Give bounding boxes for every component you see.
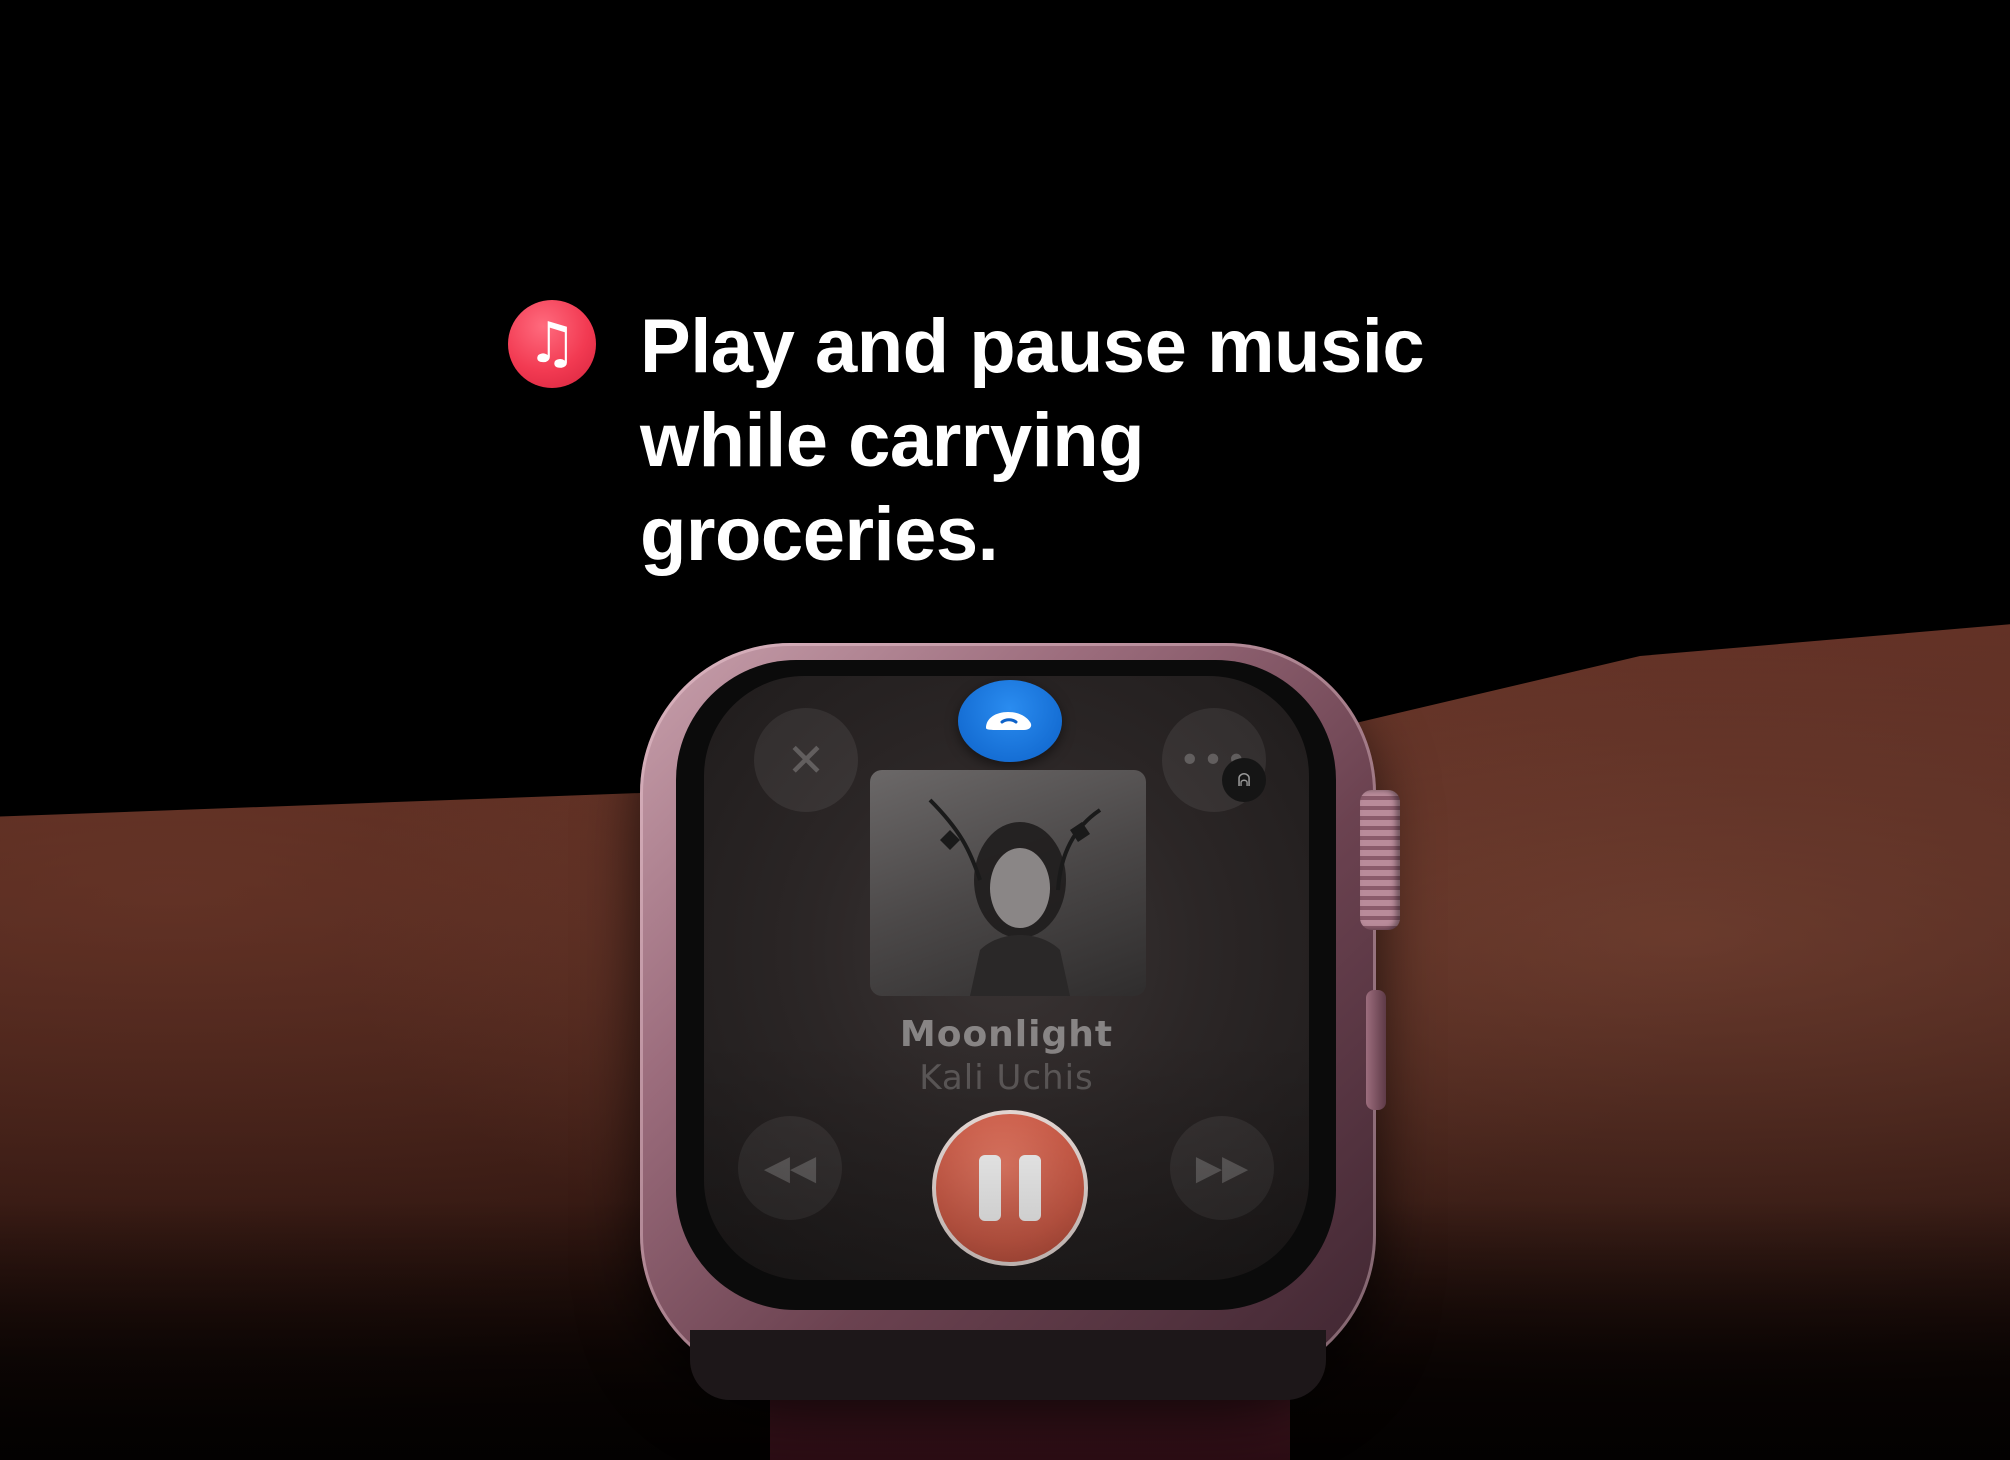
track-artist: Kali Uchis	[919, 1058, 1094, 1098]
double-tap-gesture-icon	[958, 680, 1062, 762]
track-title: Moonlight	[899, 1014, 1114, 1055]
fast-forward-icon[interactable]: ▶▶	[1170, 1116, 1274, 1220]
airpods-icon: ᕱ	[1222, 758, 1266, 802]
rewind-icon[interactable]: ◀◀	[738, 1116, 842, 1220]
album-artwork	[870, 770, 1146, 996]
pause-icon-bar	[1019, 1155, 1041, 1221]
hero-section: ♫ Play and pause music while carrying gr…	[0, 0, 2010, 1460]
watch-case-bottom	[690, 1330, 1326, 1400]
watch-screen: ✕ ••• ᕱ Moonlight Kali Uchis ◀◀ ▶▶	[704, 676, 1309, 1280]
feature-headline: Play and pause music while carrying groc…	[640, 304, 1425, 577]
music-note-icon: ♫	[508, 300, 596, 388]
pause-button[interactable]	[932, 1110, 1088, 1266]
side-button	[1366, 990, 1386, 1110]
pause-icon	[979, 1155, 1001, 1221]
close-icon[interactable]: ✕	[754, 708, 858, 812]
digital-crown	[1360, 790, 1400, 930]
